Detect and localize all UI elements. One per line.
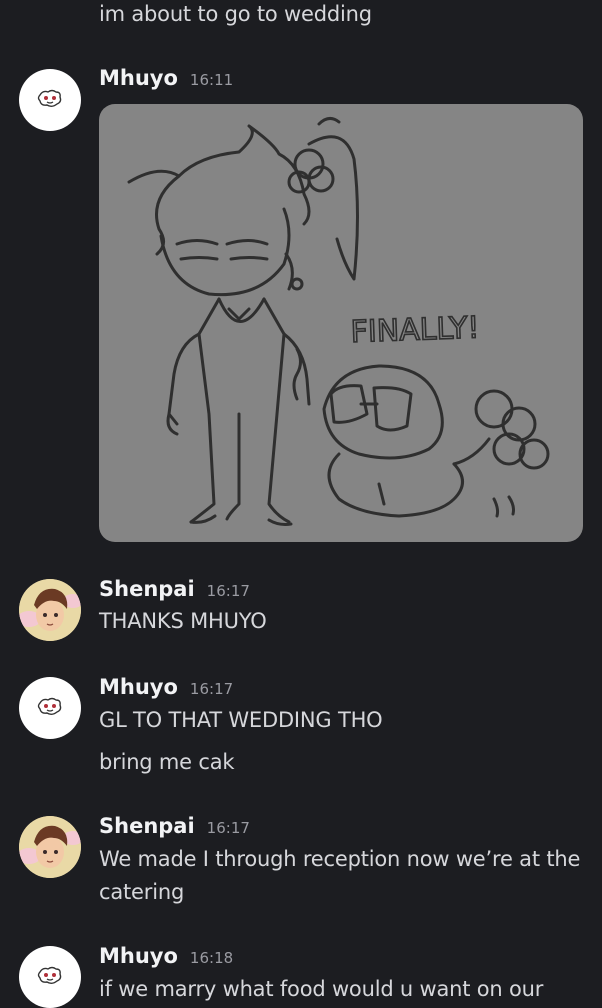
- message-timestamp: 16:17: [206, 582, 250, 600]
- message-timestamp: 16:11: [189, 71, 234, 89]
- message-timestamp: 16:18: [189, 949, 234, 967]
- doodle-avatar-icon: [37, 89, 62, 107]
- message-text: if we marry what food would u want on ou…: [99, 977, 544, 1001]
- message-author[interactable]: Shenpai: [99, 577, 195, 601]
- mhuyo-avatar[interactable]: [19, 677, 81, 739]
- message-text: GL TO THAT WEDDING THO: [99, 708, 383, 732]
- mhuyo-avatar[interactable]: [19, 946, 81, 1008]
- message-author[interactable]: Mhuyo: [99, 66, 178, 90]
- message-text: THANKS MHUYO: [99, 609, 267, 633]
- message-timestamp: 16:17: [189, 680, 234, 698]
- shenpai-avatar[interactable]: [19, 816, 81, 878]
- message-author[interactable]: Mhuyo: [99, 675, 178, 699]
- message-author[interactable]: Shenpai: [99, 814, 195, 838]
- mhuyo-avatar[interactable]: [19, 69, 81, 131]
- anime-avatar-icon: [19, 816, 81, 878]
- message-text: im about to go to wedding: [99, 2, 372, 26]
- message-timestamp: 16:17: [206, 819, 250, 837]
- message-text: bring me cak: [99, 750, 235, 774]
- shenpai-avatar[interactable]: [19, 579, 81, 641]
- anime-avatar-icon: [19, 579, 81, 641]
- image-attachment[interactable]: FINALLY!: [99, 104, 583, 542]
- doodle-avatar-icon: [37, 697, 62, 715]
- image-caption: FINALLY!: [350, 311, 480, 350]
- message-text: We made I through reception now we’re at…: [99, 847, 581, 904]
- drawing-image: FINALLY!: [127, 117, 550, 526]
- message-author[interactable]: Mhuyo: [99, 944, 178, 968]
- doodle-avatar-icon: [37, 966, 62, 984]
